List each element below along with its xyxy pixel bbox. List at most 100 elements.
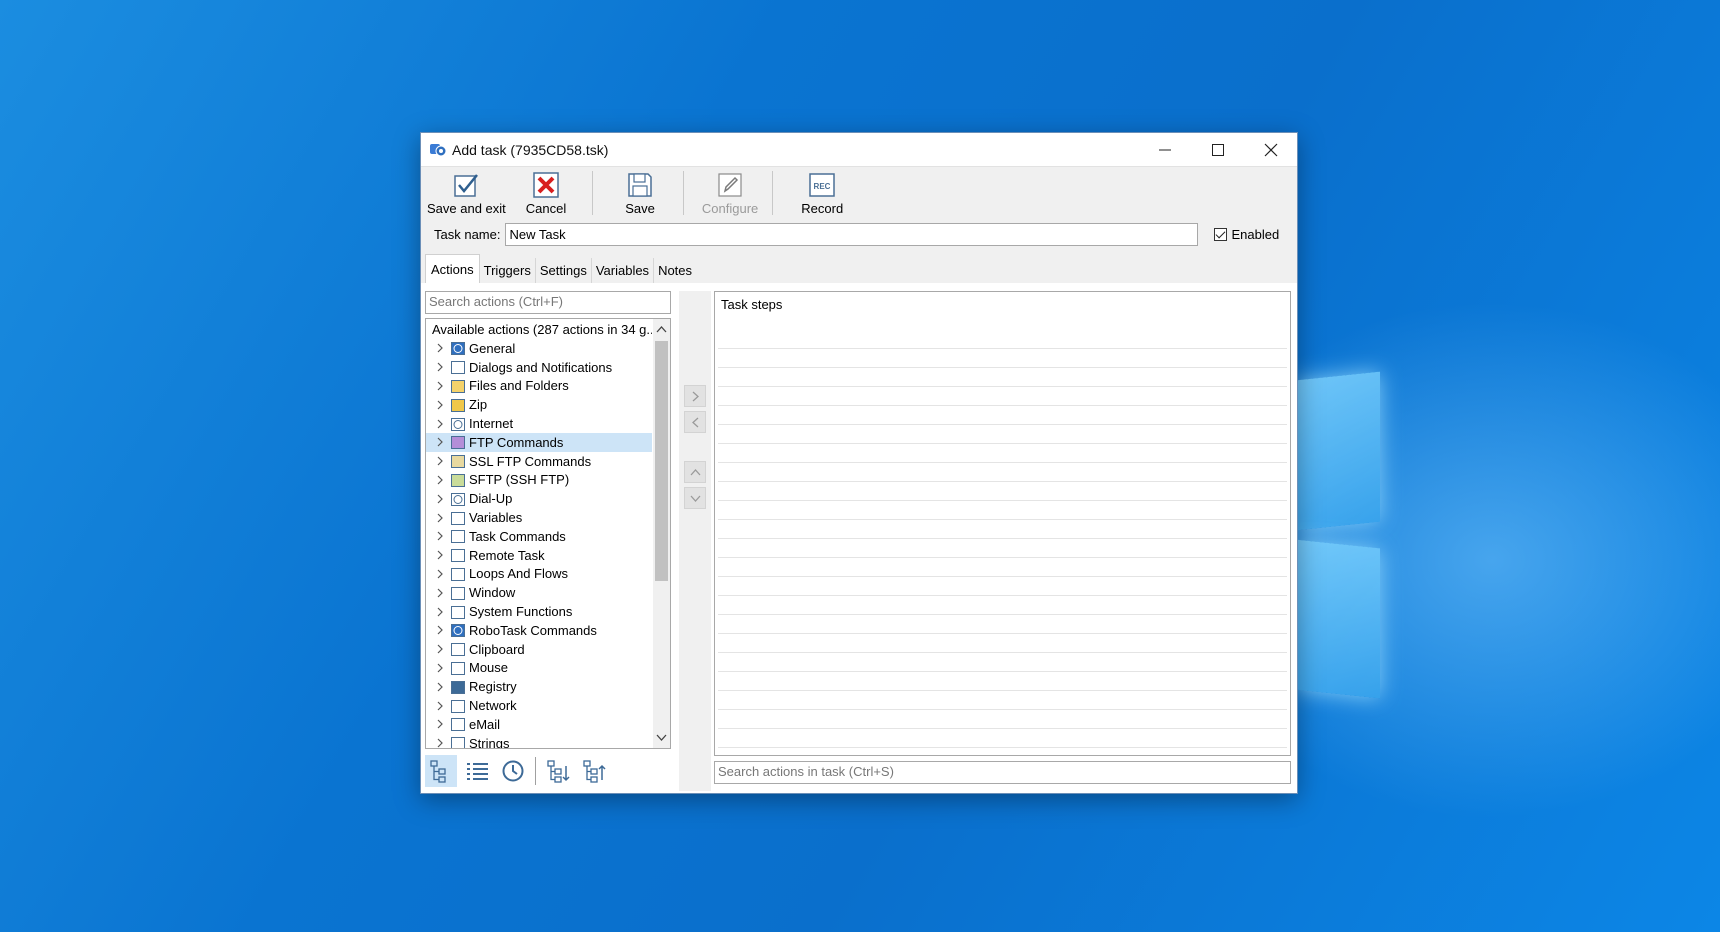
windows-logo — [1296, 371, 1380, 700]
chevron-right-icon[interactable] — [433, 529, 447, 543]
scroll-down-icon[interactable] — [656, 732, 667, 743]
task-icon — [451, 530, 465, 544]
maximize-button[interactable] — [1191, 133, 1244, 167]
tree-item-dial-up[interactable]: Dial-Up — [426, 489, 652, 508]
tree-item-remote-task[interactable]: Remote Task — [426, 546, 652, 565]
configure-button[interactable]: Configure — [696, 169, 764, 217]
folder-icon — [451, 379, 465, 393]
tab-triggers[interactable]: Triggers — [480, 258, 536, 283]
enabled-check-icon[interactable] — [1214, 227, 1228, 241]
record-icon: REC — [809, 173, 835, 197]
tree-item-task-commands[interactable]: Task Commands — [426, 527, 652, 546]
tab-actions[interactable]: Actions — [425, 254, 480, 283]
tree-item-ssl-ftp-commands[interactable]: SSL FTP Commands — [426, 452, 652, 471]
task-search-input[interactable]: Search actions in task (Ctrl+S) — [714, 761, 1291, 784]
chevron-right-icon[interactable] — [433, 605, 447, 619]
expand-all-button[interactable] — [542, 755, 574, 787]
tab-notes[interactable]: Notes — [654, 258, 696, 283]
record-button[interactable]: REC Record — [795, 169, 849, 217]
move-up-button[interactable] — [684, 461, 706, 483]
ftp-icon — [451, 436, 465, 450]
tree-item-robotask-commands[interactable]: RoboTask Commands — [426, 621, 652, 640]
chevron-right-icon[interactable] — [433, 717, 447, 731]
tree-item-dialogs-and-notifications[interactable]: Dialogs and Notifications — [426, 358, 652, 377]
tree-item-email[interactable]: eMail — [426, 715, 652, 734]
chevron-right-icon[interactable] — [433, 567, 447, 581]
tree-item-internet[interactable]: Internet — [426, 414, 652, 433]
ssl-ftp-icon — [451, 455, 465, 469]
chevron-right-icon[interactable] — [433, 680, 447, 694]
maximize-icon — [1211, 143, 1224, 156]
collapse-all-button[interactable] — [578, 755, 610, 787]
title-bar[interactable]: Add task (7935CD58.tsk) — [421, 133, 1297, 167]
chevron-right-icon[interactable] — [433, 341, 447, 355]
recent-actions-button[interactable] — [497, 755, 529, 787]
task-steps-panel[interactable]: Task steps — [714, 291, 1291, 756]
floppy-icon — [628, 173, 652, 197]
task-steps-title: Task steps — [721, 297, 783, 312]
tree-view-toolbar — [425, 753, 671, 789]
scroll-thumb[interactable] — [655, 341, 668, 581]
scroll-up-icon[interactable] — [656, 324, 667, 335]
chevron-right-icon[interactable] — [433, 699, 447, 713]
tree-item-window[interactable]: Window — [426, 583, 652, 602]
configure-label: Configure — [701, 201, 759, 216]
chevron-right-icon[interactable] — [433, 435, 447, 449]
chevron-right-icon[interactable] — [433, 736, 447, 749]
tree-item-sftp-ssh-ftp[interactable]: SFTP (SSH FTP) — [426, 471, 652, 490]
chevron-down-icon — [690, 495, 700, 502]
save-button[interactable]: Save — [619, 169, 661, 217]
tree-item-clipboard[interactable]: Clipboard — [426, 640, 652, 659]
enabled-checkbox[interactable]: Enabled — [1214, 227, 1279, 242]
dialog-icon — [451, 361, 465, 375]
tree-item-ftp-commands[interactable]: FTP Commands — [426, 432, 652, 452]
minimize-button[interactable] — [1138, 133, 1191, 167]
tree-item-registry[interactable]: Registry — [426, 677, 652, 696]
toolbar-separator — [682, 171, 684, 215]
list-view-icon — [467, 763, 488, 780]
tree-item-network[interactable]: Network — [426, 696, 652, 715]
list-view-button[interactable] — [461, 755, 493, 787]
add-action-button[interactable] — [684, 385, 706, 407]
chevron-right-icon[interactable] — [433, 454, 447, 468]
tree-item-strings[interactable]: Strings — [426, 734, 652, 749]
chevron-right-icon[interactable] — [433, 623, 447, 637]
chevron-right-icon[interactable] — [433, 586, 447, 600]
tree-item-mouse[interactable]: Mouse — [426, 659, 652, 678]
task-name-input[interactable] — [505, 222, 1199, 246]
chevron-right-icon[interactable] — [433, 661, 447, 675]
close-button[interactable] — [1244, 133, 1297, 167]
tree-view-button[interactable] — [425, 755, 457, 787]
chevron-right-icon[interactable] — [433, 511, 447, 525]
tree-item-label: Internet — [469, 416, 514, 432]
remove-action-button[interactable] — [684, 411, 706, 433]
move-down-button[interactable] — [684, 487, 706, 509]
dialup-icon — [451, 492, 465, 506]
chevron-right-icon[interactable] — [433, 473, 447, 487]
tree-item-zip[interactable]: Zip — [426, 395, 652, 414]
chevron-right-icon[interactable] — [433, 360, 447, 374]
loops-icon — [451, 567, 465, 581]
task-steps-list[interactable] — [718, 330, 1287, 755]
chevron-right-icon[interactable] — [433, 379, 447, 393]
chevron-right-icon[interactable] — [433, 492, 447, 506]
check-icon — [454, 174, 479, 197]
cancel-button[interactable]: Cancel — [520, 169, 572, 217]
save-and-exit-button[interactable]: Save and exit — [421, 169, 512, 217]
tree-item-system-functions[interactable]: System Functions — [426, 602, 652, 621]
tree-item-label: Registry — [469, 679, 517, 695]
tree-item-general[interactable]: General — [426, 339, 652, 358]
actions-tree[interactable]: Available actions (287 actions in 34 g..… — [425, 318, 671, 749]
chevron-right-icon[interactable] — [433, 548, 447, 562]
tree-scrollbar[interactable] — [653, 319, 670, 748]
tree-item-loops-and-flows[interactable]: Loops And Flows — [426, 565, 652, 584]
chevron-right-icon[interactable] — [433, 417, 447, 431]
tab-variables[interactable]: Variables — [592, 258, 655, 283]
tab-settings[interactable]: Settings — [536, 258, 592, 283]
expand-tree-icon — [547, 760, 570, 783]
tree-item-files-and-folders[interactable]: Files and Folders — [426, 377, 652, 396]
tree-item-variables[interactable]: Variables — [426, 508, 652, 527]
actions-search-input[interactable]: Search actions (Ctrl+F) — [425, 291, 671, 314]
chevron-right-icon[interactable] — [433, 642, 447, 656]
chevron-right-icon[interactable] — [433, 398, 447, 412]
